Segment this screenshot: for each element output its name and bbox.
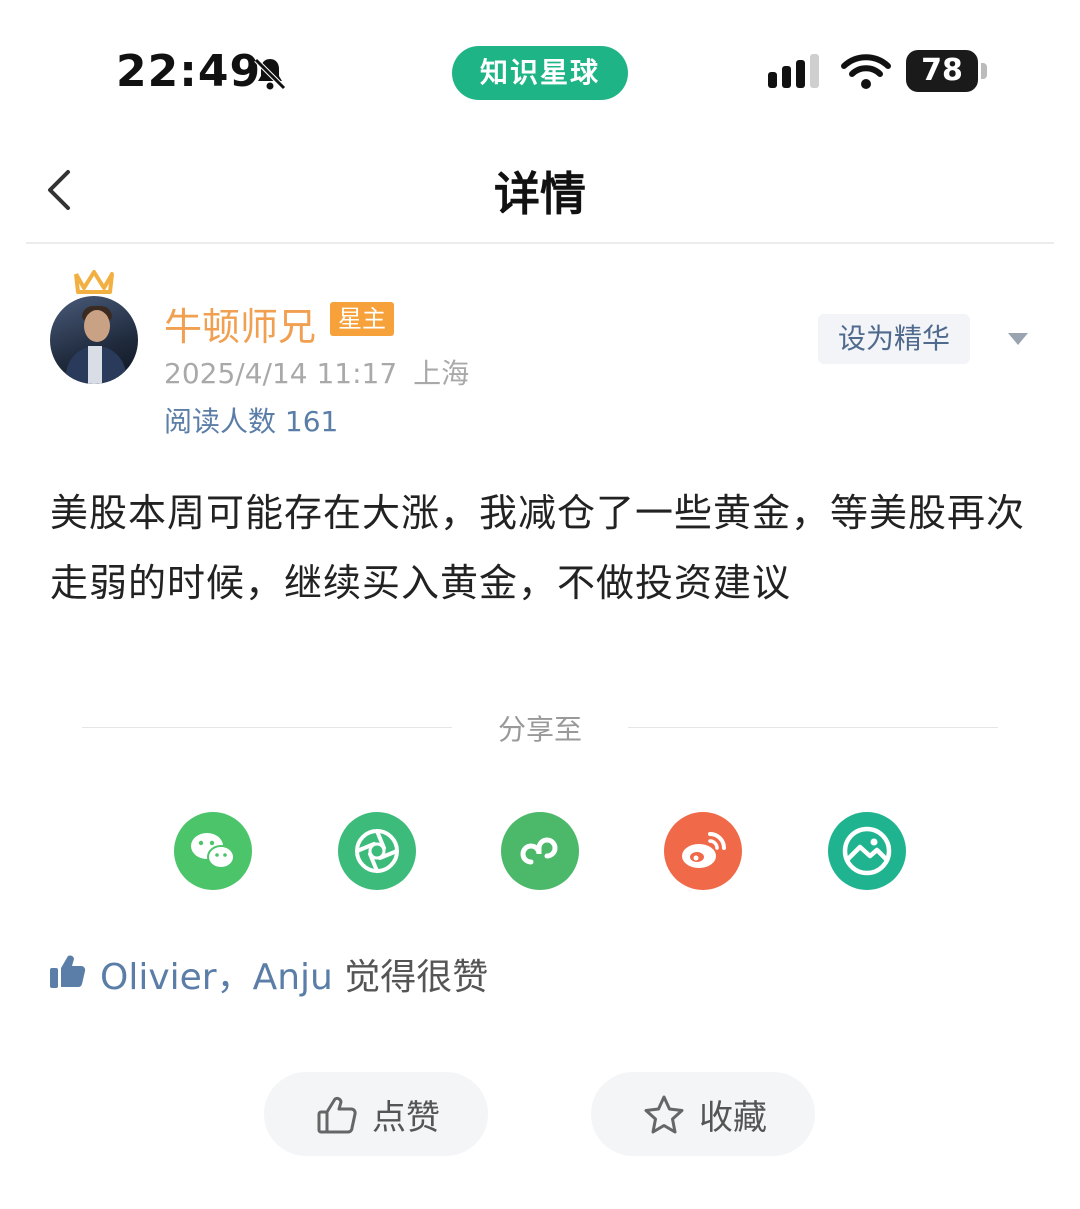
star-outline-icon [644,1095,684,1134]
post-body: 美股本周可能存在大涨，我减仓了一些黄金，等美股再次走弱的时候，继续买入黄金，不做… [50,491,1026,605]
share-divider-left [82,727,452,728]
read-count: 阅读人数 161 [164,405,339,438]
author-avatar[interactable] [50,296,138,384]
owner-badge: 星主 [330,302,394,336]
bell-muted-icon [254,58,286,90]
weibo-icon [664,812,742,890]
favorite-label: 收藏 [699,1098,767,1138]
status-time: 22:49 [116,46,262,97]
set-featured-button[interactable]: 设为精华 [818,314,970,364]
nav-divider [26,242,1054,244]
nav-bar: 详情 [0,130,1080,244]
share-wechat-button[interactable] [174,812,252,890]
status-bar: 22:49 知识星球 78 [0,0,1080,130]
battery-level: 78 [906,50,978,92]
favorite-button[interactable]: 收藏 [591,1072,815,1156]
like-button[interactable]: 点赞 [264,1072,488,1156]
post-location: 上海 [413,357,470,390]
image-icon [828,812,906,890]
battery-tip [981,63,987,79]
post-date: 2025/4/14 11:17 [164,357,398,390]
share-moments-button[interactable] [338,812,416,890]
more-dropdown-icon[interactable] [1006,330,1030,348]
crown-icon [74,270,114,294]
like-label: 点赞 [372,1098,440,1138]
share-image-button[interactable] [828,812,906,890]
likers-names[interactable]: Olivier，Anju [100,957,333,998]
likes-suffix: 觉得很赞 [332,957,489,998]
share-divider-right [628,727,998,728]
page-title: 详情 [494,167,586,221]
post-meta: 2025/4/14 11:17 上海 [164,352,469,392]
wifi-icon [841,54,891,89]
likes-text: Olivier，Anju 觉得很赞 [100,948,488,1000]
share-weibo-button[interactable] [664,812,742,890]
wechat-icon [174,812,252,890]
cellular-signal-icon [768,54,819,88]
author-name[interactable]: 牛顿师兄 [164,296,316,351]
mini-program-icon [501,812,579,890]
thumbs-up-outline-icon [317,1096,357,1134]
app-name-pill: 知识星球 [452,46,628,100]
moments-icon [338,812,416,890]
battery-indicator: 78 [906,50,990,92]
thumbs-up-filled-icon [50,955,86,988]
share-mini-program-button[interactable] [501,812,579,890]
share-label: 分享至 [497,713,582,746]
